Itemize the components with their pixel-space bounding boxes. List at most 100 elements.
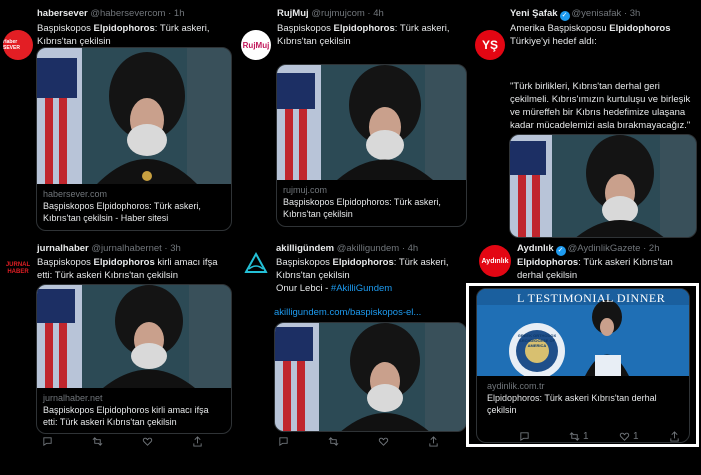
tweet-text: Elpidophoros: Türk askeri Kıbrıs'tan der…	[517, 257, 673, 281]
card-photo	[37, 48, 231, 184]
verified-badge-icon: ✓	[555, 246, 566, 256]
card-photo	[275, 323, 466, 431]
timestamp[interactable]: 1h	[174, 8, 185, 19]
timestamp[interactable]: 2h	[649, 243, 660, 254]
share-icon	[429, 436, 438, 447]
tweet-habersever[interactable]: Haber SEVER habersever @habersevercom · …	[0, 0, 236, 240]
tweet-header: jurnalhaber @jurnalhabernet · 3h	[37, 243, 181, 254]
seal-text: GREEK ORTHODOX ARCHDIOCESE OF AMERICA	[517, 333, 557, 348]
share-button[interactable]	[192, 436, 236, 447]
link-card[interactable]: rujmuj.com Başpiskopos Elpidophoros: Tür…	[276, 64, 467, 227]
handle[interactable]: @rujmujcom	[311, 8, 364, 19]
timestamp[interactable]: 4h	[408, 243, 419, 254]
handle[interactable]: @AydinlikGazete	[568, 243, 641, 254]
tweet-text: Amerika Başpiskoposu Elpidophoros Türkiy…	[510, 23, 671, 47]
handle[interactable]: @yenisafak	[572, 8, 622, 19]
archbishop-photo	[37, 285, 231, 388]
link-card[interactable]: habersever.com Başpiskopos Elpidophoros:…	[36, 47, 232, 231]
avatar[interactable]: Haber SEVER	[3, 30, 33, 60]
heart-icon	[619, 432, 630, 441]
card-domain: rujmuj.com	[283, 185, 328, 195]
card-domain: aydinlik.com.tr	[487, 381, 545, 391]
display-name[interactable]: Aydınlık	[517, 243, 554, 254]
heart-icon	[378, 437, 389, 446]
reply-icon	[279, 437, 288, 447]
tweet-quote-text: "Türk birlikleri, Kıbrıs'tan derhal geri…	[510, 81, 691, 131]
avatar[interactable]: YŞ	[475, 30, 505, 60]
hashtag-link[interactable]: #AkilliGundem	[331, 283, 392, 294]
avatar-logo-text: JURNAL HABER	[5, 262, 31, 275]
media-card[interactable]	[509, 134, 697, 238]
share-button[interactable]	[669, 431, 701, 442]
avatar[interactable]: RujMuj	[241, 30, 271, 60]
like-button[interactable]	[378, 436, 428, 447]
card-title: Başpiskopos Elpidophoros: Türk askeri, K…	[43, 201, 201, 223]
share-button[interactable]	[428, 436, 471, 447]
display-name[interactable]: habersever	[37, 8, 88, 19]
media-card[interactable]	[274, 322, 467, 432]
tweet-header: akilligündem @akilligundem · 4h	[276, 243, 419, 254]
retweet-count: 1	[583, 431, 589, 442]
tweet-yenisafak[interactable]: YŞ Yeni Şafak ✓ @yenisafak · 3h Amerika Ba…	[471, 0, 701, 240]
retweet-button[interactable]	[328, 436, 378, 447]
avatar[interactable]: JURNAL HABER	[3, 254, 33, 284]
tweet-header: Yeni Şafak ✓ @yenisafak · 3h	[510, 8, 641, 21]
avatar[interactable]: Aydınlık	[479, 245, 511, 277]
tweet-text: Başpiskopos Elpidophoros kirli amacı ifş…	[37, 257, 218, 281]
tweet-text: Başpiskopos Elpidophoros: Türk askeri, K…	[277, 23, 450, 47]
reply-button[interactable]	[519, 431, 569, 442]
reply-button[interactable]	[278, 436, 328, 447]
handle[interactable]: @jurnalhabernet	[91, 243, 161, 254]
display-name[interactable]: jurnalhaber	[37, 243, 89, 254]
tweet-actions	[42, 436, 236, 447]
share-icon	[670, 431, 679, 442]
card-photo	[510, 135, 696, 237]
retweet-button[interactable]: 1	[569, 431, 619, 442]
handle[interactable]: @akilligundem	[337, 243, 399, 254]
card-title: Başpiskopos Elpidophoros kirli amacı ifş…	[43, 405, 209, 427]
tweet-header: habersever @habersevercom · 1h	[37, 8, 185, 19]
handle[interactable]: @habersevercom	[90, 8, 165, 19]
card-photo	[37, 285, 231, 388]
card-title: Başpiskopos Elpidophoros: Türk askeri, K…	[283, 197, 441, 219]
tweet-jurnalhaber[interactable]: JURNAL HABER jurnalhaber @jurnalhabernet…	[0, 240, 236, 475]
article-link[interactable]: akilligundem.com/baspiskopos-el...	[274, 306, 464, 319]
like-count: 1	[633, 431, 639, 442]
akilligundem-logo-icon	[244, 251, 268, 273]
archbishop-photo	[277, 65, 466, 180]
timestamp[interactable]: 3h	[170, 243, 181, 254]
retweet-button[interactable]	[92, 436, 142, 447]
display-name[interactable]: akilligündem	[276, 243, 334, 254]
card-photo: L TESTIMONIAL DINNER GREEK ORTHODOX ARCH…	[477, 289, 689, 376]
timestamp[interactable]: 4h	[373, 8, 384, 19]
verified-badge-icon: ✓	[559, 11, 570, 21]
tweet-actions	[278, 436, 471, 447]
tweet-header: Aydınlık ✓ @AydinlikGazete · 2h	[517, 243, 660, 256]
timestamp[interactable]: 3h	[630, 8, 641, 19]
archbishop-photo	[275, 323, 466, 431]
aydinlik-frame: L TESTIMONIAL DINNER GREEK ORTHODOX ARCH…	[466, 283, 699, 447]
link-card[interactable]: L TESTIMONIAL DINNER GREEK ORTHODOX ARCH…	[476, 288, 690, 443]
reply-icon	[520, 432, 529, 442]
like-button[interactable]: 1	[619, 431, 669, 442]
avatar-logo-text: RujMuj	[242, 40, 270, 50]
like-button[interactable]	[142, 436, 192, 447]
tweet-text: Başpiskopos Elpidophoros: Türk askeri, K…	[276, 257, 449, 294]
archbishop-photo	[510, 135, 696, 237]
tweet-rujmuj[interactable]: RujMuj RujMuj @rujmujcom · 4h Başpiskopo…	[236, 0, 471, 240]
tweet-actions: 1 1	[519, 431, 701, 442]
display-name[interactable]: Yeni Şafak	[510, 8, 558, 19]
reply-button[interactable]	[42, 436, 92, 447]
link-card[interactable]: jurnalhaber.net Başpiskopos Elpidophoros…	[36, 284, 232, 434]
retweet-icon	[92, 437, 103, 446]
display-name[interactable]: RujMuj	[277, 8, 309, 19]
avatar-logo-text: YŞ	[481, 38, 498, 52]
retweet-icon	[569, 432, 580, 441]
avatar[interactable]	[241, 248, 271, 278]
tweet-text: Başpiskopos Elpidophoros: Türk askeri, K…	[37, 23, 210, 47]
tweet-header: RujMuj @rujmujcom · 4h	[277, 8, 384, 19]
avatar-logo-text: Aydınlık	[481, 257, 509, 265]
card-photo	[277, 65, 466, 180]
reply-icon	[43, 437, 52, 447]
tweet-akilligundem[interactable]: akilligündem @akilligundem · 4h Başpisko…	[236, 240, 471, 475]
